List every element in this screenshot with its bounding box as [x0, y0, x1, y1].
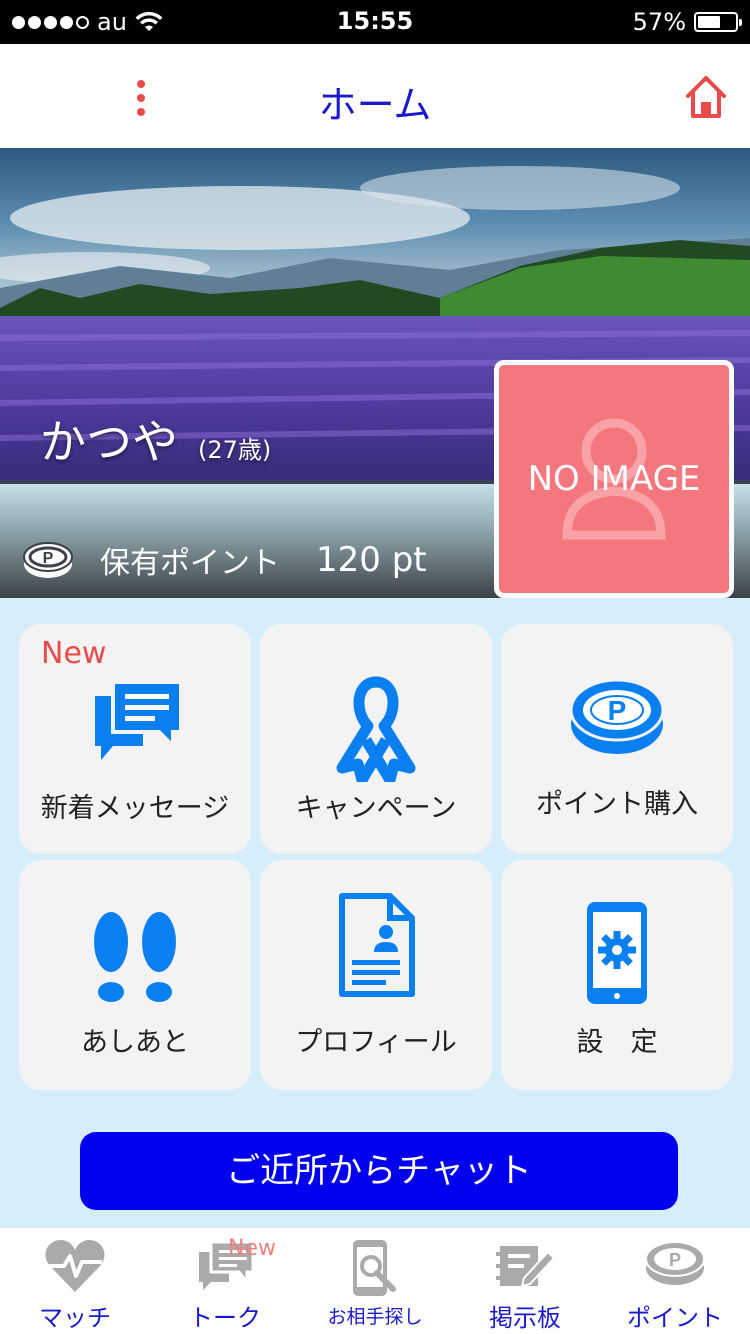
svg-text:P: P — [608, 695, 627, 726]
campaign-tile[interactable]: キャンペーン — [260, 624, 492, 854]
new-badge: New — [41, 636, 107, 671]
avatar-placeholder[interactable]: NO IMAGE — [494, 360, 734, 598]
point-coin-icon: P — [569, 678, 665, 754]
tab-board-label: 掲示板 — [489, 1304, 561, 1332]
profile-tile[interactable]: プロフィール — [260, 860, 492, 1090]
user-age: (27歳) — [198, 436, 272, 464]
buy-points-label: ポイント購入 — [536, 789, 698, 820]
profile-document-icon — [339, 893, 415, 997]
status-bar: au 15:55 57% — [0, 0, 750, 44]
tab-board[interactable]: 掲示板 — [450, 1228, 600, 1334]
phone-search-icon — [353, 1240, 396, 1296]
footprints-tile[interactable]: あしあと — [19, 860, 251, 1090]
profile-label: プロフィール — [295, 1027, 457, 1058]
ribbon-icon — [336, 676, 416, 782]
settings-tile[interactable]: 設 定 — [501, 860, 733, 1090]
campaign-label: キャンペーン — [295, 793, 457, 824]
smartphone-gear-icon — [587, 902, 647, 1004]
footprints-label: あしあと — [81, 1027, 189, 1058]
heart-pulse-icon — [45, 1240, 105, 1292]
tab-match-label: マッチ — [39, 1304, 111, 1332]
points-value: 120 pt — [316, 540, 427, 580]
svg-text:P: P — [43, 550, 54, 567]
tab-bar: マッチ New トーク お相手探し 掲示板 P ポイント — [0, 1228, 750, 1334]
new-messages-label: 新着メッセージ — [40, 793, 230, 824]
new-messages-tile[interactable]: New 新着メッセージ — [19, 624, 251, 854]
points-label: 保有ポイント — [100, 546, 280, 581]
nearby-chat-button[interactable]: ご近所からチャット — [80, 1132, 678, 1210]
chat-bubbles-icon — [95, 680, 183, 760]
talk-new-badge: New — [228, 1236, 276, 1261]
tab-search-label: お相手探し — [327, 1306, 423, 1328]
point-coin-icon: P — [23, 542, 73, 578]
page-title: ホーム — [318, 83, 432, 127]
user-name: かつや (27歳) — [40, 406, 271, 472]
footprints-icon — [94, 912, 176, 1002]
svg-text:P: P — [669, 1250, 681, 1270]
tab-match[interactable]: マッチ — [0, 1228, 150, 1334]
tab-search[interactable]: お相手探し — [300, 1228, 450, 1334]
bulletin-board-icon — [496, 1246, 556, 1288]
tab-talk[interactable]: New トーク — [150, 1228, 300, 1334]
battery-icon — [694, 12, 742, 32]
point-coin-icon: P — [645, 1241, 705, 1285]
profile-header: かつや (27歳) P 保有ポイント 120 pt NO IMAGE — [0, 148, 750, 598]
tab-talk-label: トーク — [189, 1304, 261, 1332]
user-name-text: かつや — [40, 415, 178, 469]
home-icon[interactable] — [684, 74, 728, 120]
buy-points-tile[interactable]: P ポイント購入 — [501, 624, 733, 854]
settings-label: 設 定 — [576, 1027, 658, 1058]
points-balance: P 保有ポイント 120 pt — [22, 538, 427, 582]
navigation-bar: ホーム — [0, 44, 750, 148]
avatar-text: NO IMAGE — [527, 459, 701, 499]
battery-percent: 57% — [632, 8, 686, 36]
tab-points[interactable]: P ポイント — [600, 1228, 750, 1334]
tab-points-label: ポイント — [627, 1304, 723, 1332]
